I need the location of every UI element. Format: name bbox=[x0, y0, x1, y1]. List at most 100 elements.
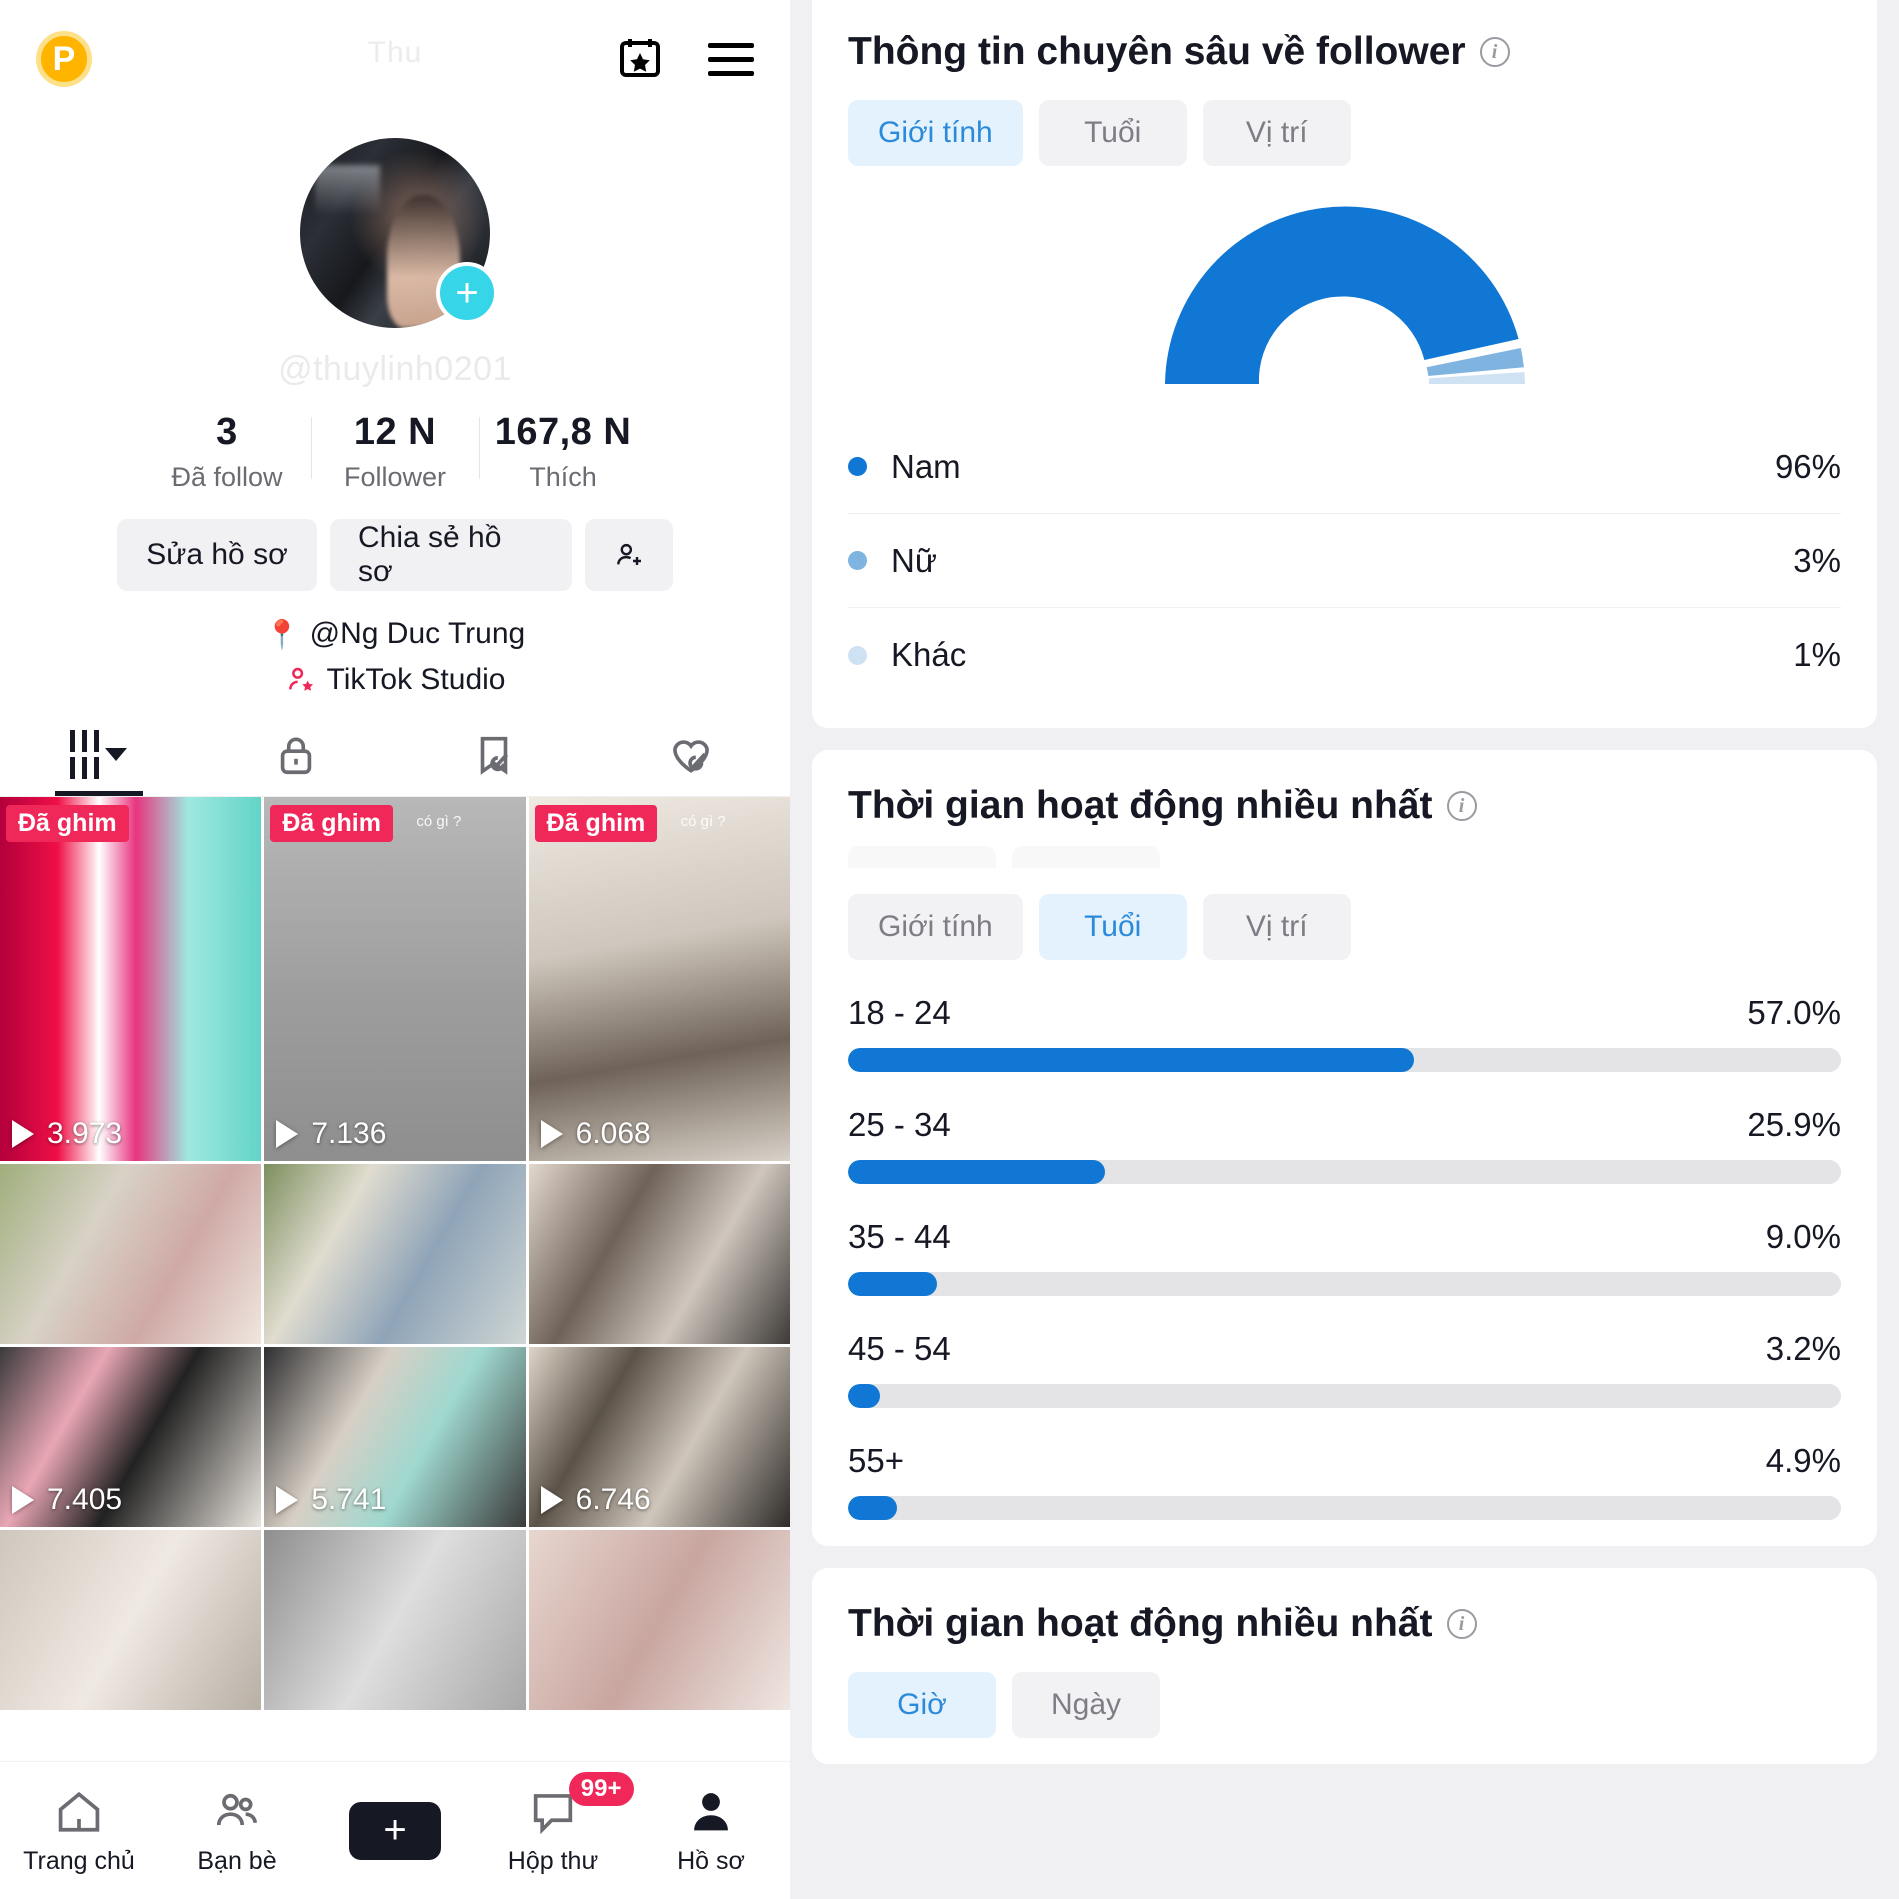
tab-age[interactable]: Tuổi bbox=[1038, 894, 1187, 960]
video-thumbnail[interactable] bbox=[264, 1530, 526, 1710]
friends-icon bbox=[216, 1793, 258, 1825]
studio-person-star-icon bbox=[288, 667, 313, 691]
add-user-icon bbox=[617, 543, 641, 565]
calendar-star-icon[interactable] bbox=[616, 33, 664, 86]
age-bar-value: 9.0% bbox=[1765, 1218, 1841, 1255]
video-thumbnail[interactable]: 6.746 bbox=[528, 1347, 790, 1527]
video-caption: có gì ? bbox=[416, 813, 462, 830]
video-thumbnail[interactable] bbox=[0, 1164, 262, 1344]
play-icon bbox=[12, 1120, 34, 1148]
tab-day[interactable]: Ngày bbox=[1012, 1672, 1160, 1738]
legend-dot-nu bbox=[848, 551, 867, 570]
video-thumbnail[interactable]: 7.405 bbox=[0, 1347, 262, 1527]
tab-location[interactable]: Vị trí bbox=[1202, 894, 1351, 960]
tab-private[interactable] bbox=[198, 713, 396, 796]
video-views: 7.405 bbox=[12, 1483, 122, 1517]
age-bar-25-34: 25 - 34 25.9% bbox=[848, 1106, 1841, 1184]
legend-label-nu: Nữ bbox=[891, 541, 937, 579]
follower-insights-tabs: Giới tính Tuổi Vị trí bbox=[848, 100, 1841, 166]
avatar-wrapper[interactable]: + bbox=[300, 138, 498, 328]
legend-row-khac: Khác 1% bbox=[848, 608, 1841, 702]
video-view-count: 7.136 bbox=[311, 1117, 387, 1150]
video-view-count: 6.746 bbox=[575, 1483, 651, 1516]
info-icon[interactable]: i bbox=[1479, 37, 1510, 67]
age-bar-18-24: 18 - 24 57.0% bbox=[848, 994, 1841, 1072]
play-icon bbox=[12, 1486, 34, 1514]
age-bar-label: 55+ bbox=[848, 1442, 904, 1479]
video-view-count: 7.405 bbox=[47, 1483, 123, 1516]
age-bar-fill bbox=[848, 1496, 897, 1520]
legend-row-nam: Nam 96% bbox=[848, 420, 1841, 514]
info-icon[interactable]: i bbox=[1446, 1609, 1477, 1639]
share-profile-button[interactable]: Chia sẻ hồ sơ bbox=[330, 519, 572, 591]
tab-posts[interactable] bbox=[0, 713, 198, 796]
points-badge[interactable]: P bbox=[36, 31, 92, 87]
tab-age[interactable]: Tuổi bbox=[1038, 100, 1187, 166]
info-icon[interactable]: i bbox=[1446, 791, 1477, 821]
nav-label-home: Trang chủ bbox=[23, 1846, 135, 1875]
stat-following[interactable]: 3 Đã follow bbox=[143, 411, 311, 493]
age-bar-track bbox=[848, 1496, 1841, 1520]
tiktok-profile-pane: P Thu + @thuylinh0201 3 Đã follow 12 N F… bbox=[0, 0, 790, 1899]
time-activity-title-text: Thời gian hoạt động nhiều nhất bbox=[848, 1602, 1433, 1645]
profile-stats: 3 Đã follow 12 N Follower 167,8 N Thích bbox=[0, 411, 790, 493]
video-thumbnail[interactable] bbox=[528, 1530, 790, 1710]
tab-gender[interactable]: Giới tính bbox=[848, 894, 1023, 960]
stat-likes-label: Thích bbox=[529, 462, 597, 492]
tab-gender[interactable]: Giới tính bbox=[848, 100, 1023, 166]
nav-item-friends[interactable]: Bạn bè bbox=[158, 1786, 316, 1876]
video-view-count: 5.741 bbox=[311, 1483, 387, 1516]
hamburger-icon[interactable] bbox=[708, 42, 754, 76]
profile-handle: @thuylinh0201 bbox=[278, 350, 512, 388]
video-thumbnail[interactable] bbox=[0, 1530, 262, 1710]
profile-person-icon bbox=[694, 1792, 728, 1830]
age-bar-value: 4.9% bbox=[1765, 1442, 1841, 1479]
nav-item-profile[interactable]: Hồ sơ bbox=[632, 1786, 790, 1876]
age-bar-value: 57.0% bbox=[1747, 994, 1841, 1031]
tab-liked[interactable] bbox=[593, 713, 791, 796]
profile-bio: 📍 @Ng Duc Trung TikTok Studio bbox=[0, 617, 790, 697]
follower-insights-title: Thông tin chuyên sâu về follower i bbox=[848, 30, 1841, 74]
video-thumbnail[interactable]: Đã ghim 3.973 bbox=[0, 797, 262, 1161]
avatar-add-icon[interactable]: + bbox=[436, 262, 498, 324]
grid-bars-icon bbox=[70, 730, 128, 779]
nav-item-inbox[interactable]: 99+ Hộp thư bbox=[474, 1771, 634, 1876]
edit-profile-button[interactable]: Sửa hồ sơ bbox=[117, 519, 317, 591]
age-bar-track bbox=[848, 1384, 1841, 1408]
stat-likes-value: 167,8 N bbox=[494, 411, 632, 453]
video-view-count: 6.068 bbox=[575, 1117, 651, 1150]
video-grid: Đã ghim 3.973 Đã ghim có gì ? 7.136 Đã g… bbox=[0, 797, 790, 1710]
age-bar-value: 25.9% bbox=[1747, 1106, 1841, 1143]
age-bar-55-plus: 55+ 4.9% bbox=[848, 1442, 1841, 1520]
video-views: 7.136 bbox=[276, 1117, 386, 1151]
video-thumbnail[interactable] bbox=[528, 1164, 790, 1344]
video-views: 6.068 bbox=[540, 1117, 651, 1151]
tab-location[interactable]: Vị trí bbox=[1202, 100, 1351, 166]
video-thumbnail[interactable]: Đã ghim có gì ? 6.068 bbox=[528, 797, 790, 1161]
video-views: 5.741 bbox=[276, 1483, 386, 1517]
nav-label-friends: Bạn bè bbox=[197, 1846, 277, 1875]
stat-followers-label: Follower bbox=[343, 462, 447, 492]
nav-item-home[interactable]: Trang chủ bbox=[0, 1786, 158, 1876]
tab-saved[interactable] bbox=[395, 713, 593, 796]
legend-label-nam: Nam bbox=[891, 447, 961, 485]
bio-studio-text: TikTok Studio bbox=[326, 663, 506, 696]
stat-likes[interactable]: 167,8 N Thích bbox=[479, 411, 647, 493]
video-view-count: 3.973 bbox=[47, 1117, 123, 1150]
tab-hour[interactable]: Giờ bbox=[848, 1672, 996, 1738]
video-thumbnail[interactable] bbox=[264, 1164, 526, 1344]
video-thumbnail[interactable]: 5.741 bbox=[264, 1347, 526, 1527]
add-user-button[interactable] bbox=[585, 519, 673, 591]
legend-dot-nam bbox=[848, 457, 867, 476]
nav-label-profile: Hồ sơ bbox=[677, 1846, 745, 1875]
video-thumbnail[interactable]: Đã ghim có gì ? 7.136 bbox=[264, 797, 526, 1161]
bio-line-location[interactable]: 📍 @Ng Duc Trung bbox=[0, 617, 790, 651]
age-activity-card: Thời gian hoạt động nhiều nhất i Giới tí… bbox=[812, 750, 1877, 1546]
nav-item-create[interactable]: + bbox=[316, 1801, 474, 1860]
bio-line-studio[interactable]: TikTok Studio bbox=[0, 663, 790, 697]
create-plus-icon[interactable]: + bbox=[342, 1801, 448, 1860]
stat-followers[interactable]: 12 N Follower bbox=[311, 411, 479, 493]
partially-scrolled-tabs bbox=[848, 846, 1841, 868]
hamburger-line bbox=[708, 56, 754, 62]
home-icon bbox=[58, 1791, 100, 1832]
